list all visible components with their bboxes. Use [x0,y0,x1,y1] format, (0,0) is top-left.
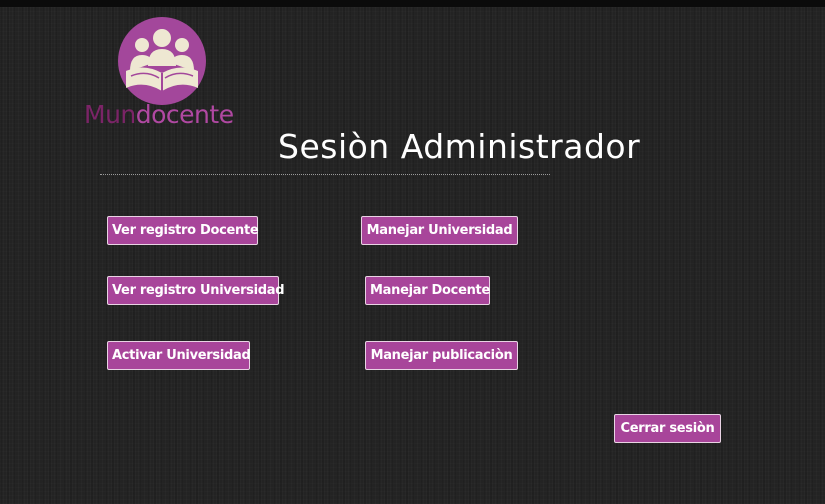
manejar-docente-button[interactable]: Manejar Docente [365,276,490,305]
page-title: Sesiòn Administrador [278,127,641,166]
ver-registro-universidad-button[interactable]: Ver registro Universidad [107,276,285,305]
mundocente-logo: Mundocente [84,16,240,131]
cerrar-sesion-button[interactable]: Cerrar sesiòn [614,414,721,443]
ver-registro-docente-button[interactable]: Ver registro Docente [107,216,259,245]
logo-wordmark-part1: Mun [84,100,136,129]
manejar-universidad-button[interactable]: Manejar Universidad [361,216,518,245]
logo-wordmark-part2: docente [135,100,234,129]
manejar-publicacion-button[interactable]: Manejar publicaciòn [365,341,518,370]
top-bar [0,0,825,7]
title-divider [100,174,550,175]
people-reading-book-logo-icon [118,17,206,105]
activar-universidad-button[interactable]: Activar Universidad [107,341,251,370]
logo-wordmark: Mundocente [84,99,240,131]
